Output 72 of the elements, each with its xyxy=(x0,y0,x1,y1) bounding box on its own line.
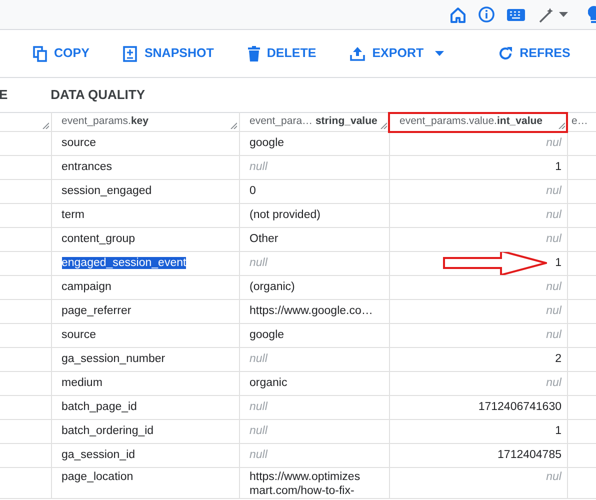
table-cell: nul xyxy=(389,468,567,498)
table-cell: ga_session_number xyxy=(51,348,239,372)
table-cell: google xyxy=(239,132,389,156)
table-cell: null xyxy=(239,444,389,468)
arrow-icon xyxy=(442,252,546,274)
table-cell: null xyxy=(239,348,389,372)
column-header[interactable]: event_params.value.int_value xyxy=(389,112,567,132)
table-cell: null xyxy=(239,396,389,420)
column-header[interactable]: e… xyxy=(567,112,596,132)
table-cell: null xyxy=(239,156,389,180)
table-cell: medium xyxy=(51,372,239,396)
table-cell: nul xyxy=(389,132,567,156)
home-icon[interactable] xyxy=(450,6,466,22)
resize-handle-icon[interactable] xyxy=(380,122,386,129)
table-cell: source xyxy=(51,132,239,156)
table-cell: 1 xyxy=(389,420,567,444)
table-cell: page_referrer xyxy=(51,300,239,324)
table-cell: engaged_session_event xyxy=(51,252,239,276)
resize-handle-icon[interactable] xyxy=(42,122,48,129)
table-cell: content_group xyxy=(51,228,239,252)
table-cell: nul xyxy=(389,180,567,204)
caret-icon[interactable] xyxy=(559,12,568,17)
table-cell: entrances xyxy=(51,156,239,180)
copy-button[interactable]: COPY xyxy=(31,40,92,67)
upload-icon xyxy=(350,46,366,61)
refresh-button[interactable]: REFRES xyxy=(496,40,572,67)
table-cell: 0 xyxy=(239,180,389,204)
table-cell: batch_ordering_id xyxy=(51,420,239,444)
column-header[interactable]: event_params.key xyxy=(51,112,239,132)
table-cell: (organic) xyxy=(239,276,389,300)
table-cell: batch_page_id xyxy=(51,396,239,420)
table-cell: https://www.optimizesmart.com/how-to-fix- xyxy=(239,468,389,498)
snapshot-icon xyxy=(123,46,138,62)
resize-handle-icon[interactable] xyxy=(230,122,236,129)
table-cell: 2 xyxy=(389,348,567,372)
tab[interactable]: E xyxy=(0,85,8,105)
tab[interactable]: DATA QUALITY xyxy=(50,85,146,105)
table-cell: Other xyxy=(239,228,389,252)
table-cell: nul xyxy=(389,276,567,300)
table-cell: source xyxy=(51,324,239,348)
trash-icon xyxy=(248,46,260,62)
export-button[interactable]: EXPORT xyxy=(348,40,446,67)
table-cell: https://www.google.co… xyxy=(239,300,389,324)
resize-handle-icon[interactable] xyxy=(558,122,564,129)
wand-icon[interactable] xyxy=(537,6,555,24)
delete-button[interactable]: DELETE xyxy=(246,40,318,67)
caret-icon xyxy=(434,51,444,56)
copy-icon xyxy=(33,46,47,62)
table-cell: nul xyxy=(389,300,567,324)
table-cell: term xyxy=(51,204,239,228)
table-cell: null xyxy=(239,420,389,444)
table-cell: nul xyxy=(389,204,567,228)
table-cell: nul xyxy=(389,372,567,396)
table-cell: 1 xyxy=(389,252,567,276)
column-header[interactable]: event_para… string_value xyxy=(239,112,389,132)
table-cell: 1712406741630 xyxy=(389,396,567,420)
info-icon[interactable] xyxy=(478,6,495,23)
table-cell: null xyxy=(239,252,389,276)
table-cell: page_location xyxy=(51,468,239,498)
table-cell: (not provided) xyxy=(239,204,389,228)
table-cell: google xyxy=(239,324,389,348)
keyboard-icon[interactable] xyxy=(507,8,525,20)
table-cell: ga_session_id xyxy=(51,444,239,468)
table-cell: 1 xyxy=(389,156,567,180)
table-cell: session_engaged xyxy=(51,180,239,204)
table-cell: organic xyxy=(239,372,389,396)
table-cell: nul xyxy=(389,324,567,348)
table-cell: 1712404785 xyxy=(389,444,567,468)
refresh-icon xyxy=(498,46,513,61)
snapshot-button[interactable]: SNAPSHOT xyxy=(121,40,216,67)
table-cell: campaign xyxy=(51,276,239,300)
table-cell: nul xyxy=(389,228,567,252)
